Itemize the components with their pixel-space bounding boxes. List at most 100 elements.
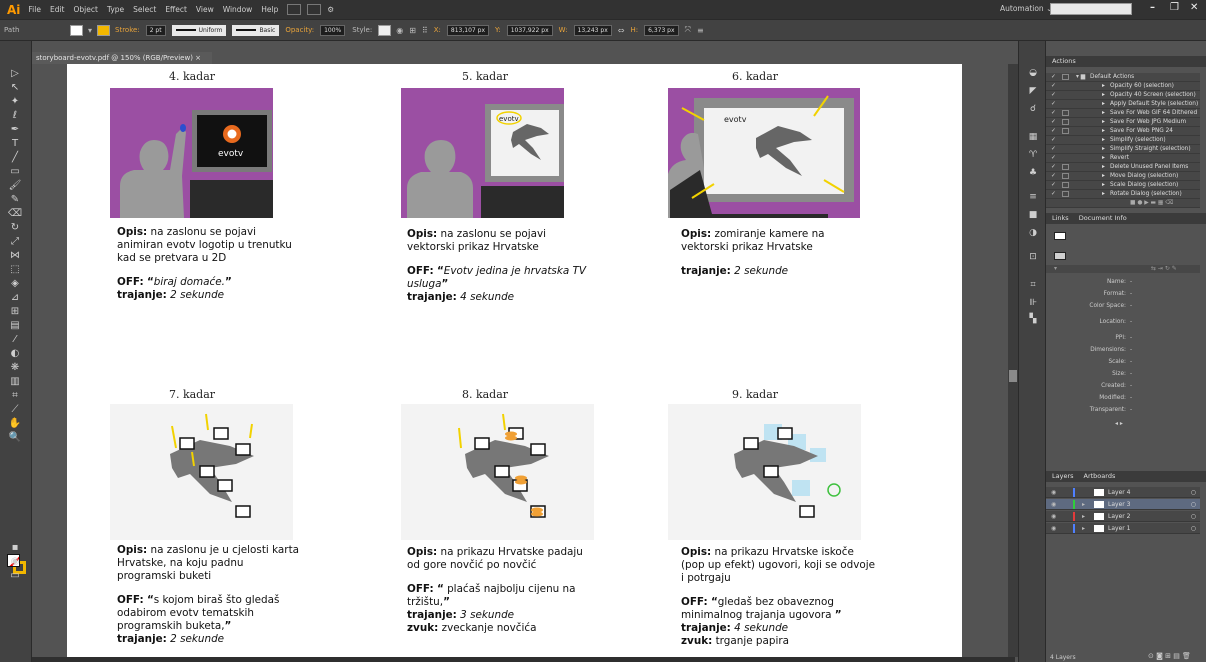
eye-icon[interactable]: ◉ [1051,511,1056,522]
panel-menu-icon[interactable]: ≡ [697,26,704,35]
target-icon[interactable]: ○ [1191,511,1196,522]
dialog-toggle-icon[interactable] [1062,173,1069,179]
menu-select[interactable]: Select [133,5,156,14]
stroke-swatch[interactable] [97,24,111,36]
graphic-styles-icon[interactable]: ▦ [1026,131,1040,143]
gradient-panel-icon[interactable]: ■ [1026,209,1040,221]
appearance-icon[interactable]: ♈ [1026,149,1040,161]
stroke-label[interactable]: Stroke: [115,26,140,34]
action-row[interactable]: ✓ ▸ Scale Dialog (selection) [1046,181,1200,190]
layer-name[interactable]: Layer 2 [1108,511,1130,522]
pen-tool-icon[interactable]: ✒ [7,123,23,136]
blend-tool-icon[interactable]: ◐ [7,347,23,360]
check-icon[interactable]: ✓ [1051,109,1056,118]
check-icon[interactable]: ✓ [1051,118,1056,127]
reference-point-icon[interactable]: ⠿ [422,26,428,35]
action-row[interactable]: ✓ ▸ Opacity 40 Screen (selection) [1046,91,1200,100]
maximize-icon[interactable]: ❐ [1170,2,1179,13]
recolor-icon[interactable]: ◉ [396,26,403,35]
perspective-grid-tool-icon[interactable]: ⊿ [7,291,23,304]
document-info-tab-label[interactable]: Document Info [1079,214,1127,222]
artboard-tool-icon[interactable]: ⌗ [7,389,23,402]
direct-selection-tool-icon[interactable]: ↖ [7,81,23,94]
artboards-icon[interactable]: ⌗ [1026,279,1040,291]
link-thumbnail[interactable] [1054,232,1066,240]
target-icon[interactable]: ○ [1191,523,1196,534]
scale-tool-icon[interactable]: ⤢ [7,235,23,248]
layer-name[interactable]: Layer 4 [1108,487,1130,498]
prev-next-arrows[interactable]: ◂ ▸ [1115,420,1123,427]
check-icon[interactable]: ✓ [1051,91,1056,100]
action-row[interactable]: ✓ ▸ Simplify Straight (selection) [1046,145,1200,154]
type-tool-icon[interactable]: T [7,137,23,150]
zoom-tool-icon[interactable]: 🔍 [7,431,23,444]
check-icon[interactable]: ✓ [1051,172,1056,181]
layers-footer-icons[interactable]: ⊙ ◙ ⊞ ▤ 🗑 [1148,652,1191,660]
color-mode-icon[interactable]: ▪ [7,541,23,554]
workspace-switcher[interactable]: Automation ⌄ [1000,4,1052,13]
rotate-tool-icon[interactable]: ↻ [7,221,23,234]
check-icon[interactable]: ✓ [1051,145,1056,154]
column-graph-tool-icon[interactable]: ▥ [7,375,23,388]
vertical-scrollbar[interactable] [1008,64,1018,657]
dialog-toggle-icon[interactable] [1062,164,1069,170]
color-guide-icon[interactable]: ◒ [1026,67,1040,79]
layer-row[interactable]: ◉ ▸ Layer 1 ○ [1046,523,1200,534]
dialog-toggle-icon[interactable] [1062,128,1069,134]
eyedropper-tool-icon[interactable]: ⁄ [7,333,23,346]
target-icon[interactable]: ○ [1191,487,1196,498]
check-icon[interactable]: ✓ [1051,163,1056,172]
symbol-sprayer-tool-icon[interactable]: ❋ [7,361,23,374]
pencil-tool-icon[interactable]: ✎ [7,193,23,206]
vertical-scroll-thumb[interactable] [1009,370,1017,382]
gpu-icon[interactable]: ⚙ [327,5,334,14]
gradient-tool-icon[interactable]: ▤ [7,319,23,332]
links-tab-label[interactable]: Links [1052,214,1069,222]
slice-tool-icon[interactable]: ⟋ [7,403,23,416]
menu-file[interactable]: File [28,5,41,14]
menu-edit[interactable]: Edit [50,5,65,14]
selection-tool-icon[interactable]: ▷ [7,67,23,80]
action-row[interactable]: ✓ ▸ Save For Web PNG 24 [1046,127,1200,136]
layers-tab-label[interactable]: Layers [1052,472,1074,480]
rectangle-tool-icon[interactable]: ▭ [7,165,23,178]
transform-icon[interactable]: ⤧ [685,25,691,35]
check-icon[interactable]: ✓ [1051,181,1056,190]
drawing-mode-icon[interactable]: ◉ [7,555,23,568]
chevron-down-icon[interactable]: ▾ [1054,265,1057,272]
stroke-panel-icon[interactable]: ≡ [1026,191,1040,203]
action-row[interactable]: ✓ ▸ Simplify (selection) [1046,136,1200,145]
action-row[interactable]: ✓ ▸ Save For Web JPG Medium [1046,118,1200,127]
x-field[interactable]: 813,107 px [446,24,489,36]
screen-mode-icon[interactable]: ▭ [7,569,23,582]
help-search-input[interactable] [1050,3,1132,15]
target-icon[interactable]: ○ [1191,499,1196,510]
expand-triangle-icon[interactable]: ▸ [1082,511,1085,522]
check-icon[interactable]: ✓ [1051,136,1056,145]
check-icon[interactable]: ✓ [1051,100,1056,109]
eye-icon[interactable]: ◉ [1051,523,1056,534]
action-row[interactable]: ✓ ▸ Rotate Dialog (selection) [1046,190,1200,199]
variable-width-profile-dropdown[interactable]: Uniform [171,24,227,36]
eye-icon[interactable]: ◉ [1051,487,1056,498]
check-icon[interactable]: ✓ [1051,82,1056,91]
mesh-tool-icon[interactable]: ⊞ [7,305,23,318]
h-field[interactable]: 6,373 px [644,24,679,36]
dialog-toggle-icon[interactable] [1062,119,1069,125]
paintbrush-tool-icon[interactable]: 🖌 [7,179,23,192]
menu-object[interactable]: Object [74,5,98,14]
action-row[interactable]: ✓ ▸ Move Dialog (selection) [1046,172,1200,181]
relink-icons[interactable]: ⇆ ⇥ ↻ ✎ [1151,265,1177,273]
minimize-icon[interactable]: – [1150,2,1155,13]
image-trace-icon[interactable]: ⊡ [1026,251,1040,263]
symbols-icon[interactable]: ☌ [1026,103,1040,115]
close-icon[interactable]: ✕ [1190,2,1198,13]
action-row[interactable]: ✓ ▸ Save For Web GIF 64 Dithered [1046,109,1200,118]
action-row[interactable]: ✓ ▸ Revert [1046,154,1200,163]
action-row[interactable]: ✓ ▸ Delete Unused Panel Items [1046,163,1200,172]
width-tool-icon[interactable]: ⋈ [7,249,23,262]
menu-help[interactable]: Help [261,5,278,14]
eraser-tool-icon[interactable]: ⌫ [7,207,23,220]
check-icon[interactable]: ✓ [1051,190,1056,199]
dialog-toggle-icon[interactable] [1062,74,1069,80]
